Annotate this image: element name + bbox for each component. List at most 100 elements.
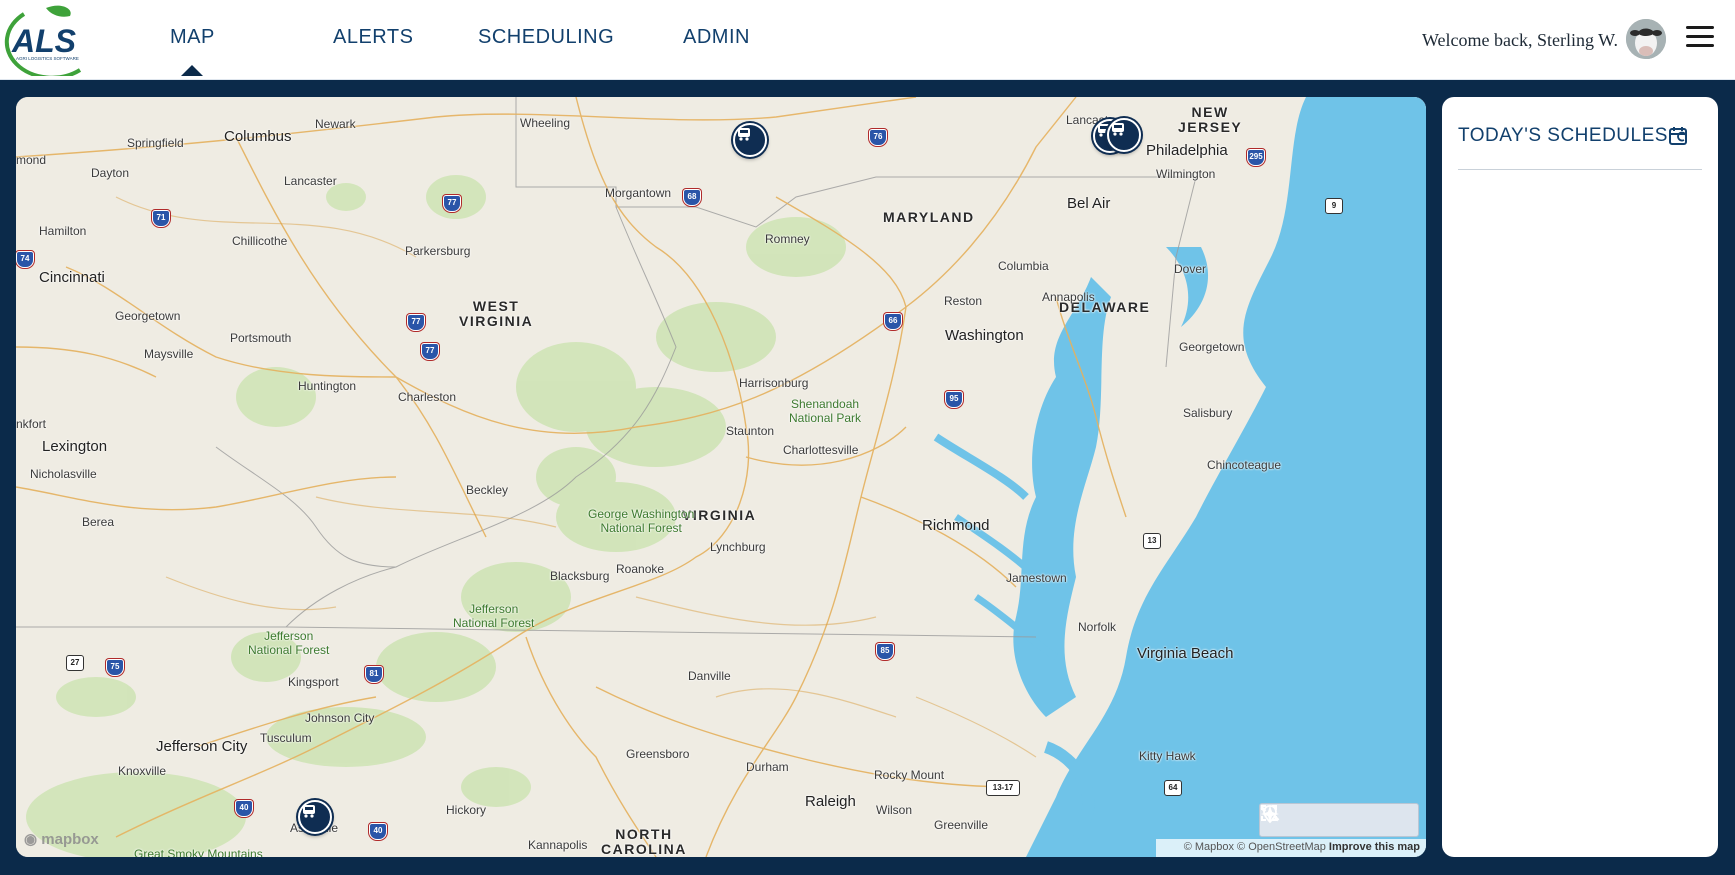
interstate-shield: 74 <box>16 251 34 268</box>
city-label: Salisbury <box>1183 406 1233 420</box>
logo-text: ALS <box>11 23 77 59</box>
city-label: Hamilton <box>39 224 87 238</box>
park-label: Jefferson National Forest <box>248 629 330 657</box>
city-label: Georgetown <box>1179 340 1245 354</box>
us-route-shield: 64 <box>1164 780 1182 796</box>
city-label: Johnson City <box>305 711 375 725</box>
nav-tab-admin[interactable]: ADMIN <box>683 26 750 49</box>
city-label: Roanoke <box>616 562 665 576</box>
park-label: Jefferson National Forest <box>453 602 535 630</box>
city-label: nkfort <box>16 417 47 431</box>
city-label: Raleigh <box>805 793 856 810</box>
us-route-shield: 13 <box>1143 533 1161 549</box>
city-label: Blacksburg <box>550 569 610 583</box>
interstate-shield: 77 <box>421 343 439 360</box>
city-label: Dayton <box>91 166 130 180</box>
city-label: Romney <box>765 232 810 246</box>
schedules-title: TODAY'S SCHEDULES <box>1458 125 1668 146</box>
interstate-shield: 40 <box>235 800 253 817</box>
city-label: Beckley <box>466 483 509 497</box>
city-label: Nicholasville <box>30 467 97 481</box>
park-label: Great Smoky Mountains <box>134 847 263 857</box>
city-label: Lancaster <box>284 174 337 188</box>
interstate-shield: 77 <box>407 314 425 331</box>
city-label: Knoxville <box>118 764 167 778</box>
city-label: Norfolk <box>1078 620 1117 634</box>
truck-icon <box>1112 123 1124 136</box>
park-label: Shenandoah National Park <box>789 397 862 425</box>
city-label: Charlottesville <box>783 443 859 457</box>
improve-map-link[interactable]: Improve this map <box>1329 841 1420 853</box>
interstate-shield: 77 <box>443 195 461 212</box>
state-label-west-virginia: WEST VIRGINIA <box>459 298 534 329</box>
schedules-panel: TODAY'S SCHEDULES <box>1442 97 1718 857</box>
city-label: Newark <box>315 117 356 131</box>
state-label-north-carolina: NORTH CAROLINA <box>601 826 687 857</box>
city-label: Kitty Hawk <box>1139 749 1196 763</box>
city-label: Springfield <box>127 136 184 150</box>
city-label: Philadelphia <box>1146 142 1228 159</box>
park-label: George Washington National Forest <box>588 507 695 535</box>
city-label: Danville <box>688 669 731 683</box>
nav-tab-alerts[interactable]: ALERTS <box>333 26 413 49</box>
menu-hamburger-icon[interactable] <box>1686 26 1714 50</box>
city-label: Portsmouth <box>230 331 292 345</box>
city-label: Georgetown <box>115 309 181 323</box>
satellite-icon[interactable] <box>1260 806 1332 833</box>
map-toolbar <box>1259 803 1419 837</box>
als-logo[interactable]: ALS AGRI LOGISTICS SOFTWARE <box>4 4 104 80</box>
city-label: Virginia Beach <box>1137 645 1234 662</box>
logo-subtitle: AGRI LOGISTICS SOFTWARE <box>16 56 79 61</box>
nav-tab-scheduling[interactable]: SCHEDULING <box>478 26 614 49</box>
city-label: Staunton <box>726 424 775 438</box>
city-label: Lynchburg <box>710 540 766 554</box>
calendar-refresh-icon[interactable] <box>1668 125 1690 147</box>
state-label-new-jersey: NEW JERSEY <box>1178 104 1243 135</box>
truck-marker-icon[interactable] <box>1107 118 1141 152</box>
city-label: Morgantown <box>605 186 672 200</box>
interstate-shield: 85 <box>876 643 894 660</box>
map-attribution[interactable]: © Mapbox © OpenStreetMap Improve this ma… <box>1156 839 1426 857</box>
city-label: Columbus <box>224 128 292 145</box>
city-label: Lexington <box>42 438 108 455</box>
truck-marker-icon[interactable] <box>298 800 332 834</box>
city-label: Wilmington <box>1156 167 1216 181</box>
us-route-shield: 13-17 <box>986 780 1020 796</box>
city-label: Huntington <box>298 379 357 393</box>
interstate-shield: 295 <box>1247 149 1265 166</box>
city-label: Jamestown <box>1006 571 1067 585</box>
interstate-shield: 95 <box>945 391 963 408</box>
nav-tab-map[interactable]: MAP <box>170 26 215 76</box>
top-navbar: ALS AGRI LOGISTICS SOFTWARE MAP ALERTS S… <box>0 0 1735 80</box>
interstate-shield: 66 <box>884 313 902 330</box>
city-label: Kannapolis <box>528 838 588 852</box>
welcome-message: Welcome back, Sterling W. <box>1421 30 1618 50</box>
city-label: Durham <box>746 760 789 774</box>
city-label: Washington <box>945 327 1024 344</box>
fullscreen-icon[interactable] <box>1261 805 1372 833</box>
city-label: Cincinnati <box>39 269 105 286</box>
city-label: Jefferson City <box>156 738 248 755</box>
city-label: Parkersburg <box>405 244 471 258</box>
attribution-text[interactable]: © Mapbox © OpenStreetMap <box>1184 841 1326 853</box>
compass-icon[interactable] <box>1261 805 1411 833</box>
interstate-shield: 75 <box>106 659 124 676</box>
city-label: Wilson <box>876 803 913 817</box>
city-label: Kingsport <box>288 675 339 689</box>
us-route-shield: 9 <box>1325 198 1343 214</box>
map-view[interactable]: WEST VIRGINIA VIRGINIA MARYLAND DELAWARE… <box>16 97 1426 857</box>
city-label: Rocky Mount <box>874 768 945 782</box>
city-label: Columbia <box>998 259 1049 273</box>
mapbox-logo[interactable]: ◉ mapbox <box>24 830 99 848</box>
user-avatar[interactable] <box>1626 19 1666 59</box>
city-label: Richmond <box>922 517 990 534</box>
city-label: Maysville <box>144 347 194 361</box>
city-label: Reston <box>944 294 983 308</box>
city-label: Annapolis <box>1042 290 1095 304</box>
panel-divider <box>1458 169 1702 170</box>
state-label-maryland: MARYLAND <box>883 209 975 225</box>
city-label: Greenville <box>934 818 989 832</box>
city-label: Tusculum <box>260 731 312 745</box>
interstate-shield: 40 <box>369 823 387 840</box>
truck-marker-icon[interactable] <box>733 123 767 157</box>
